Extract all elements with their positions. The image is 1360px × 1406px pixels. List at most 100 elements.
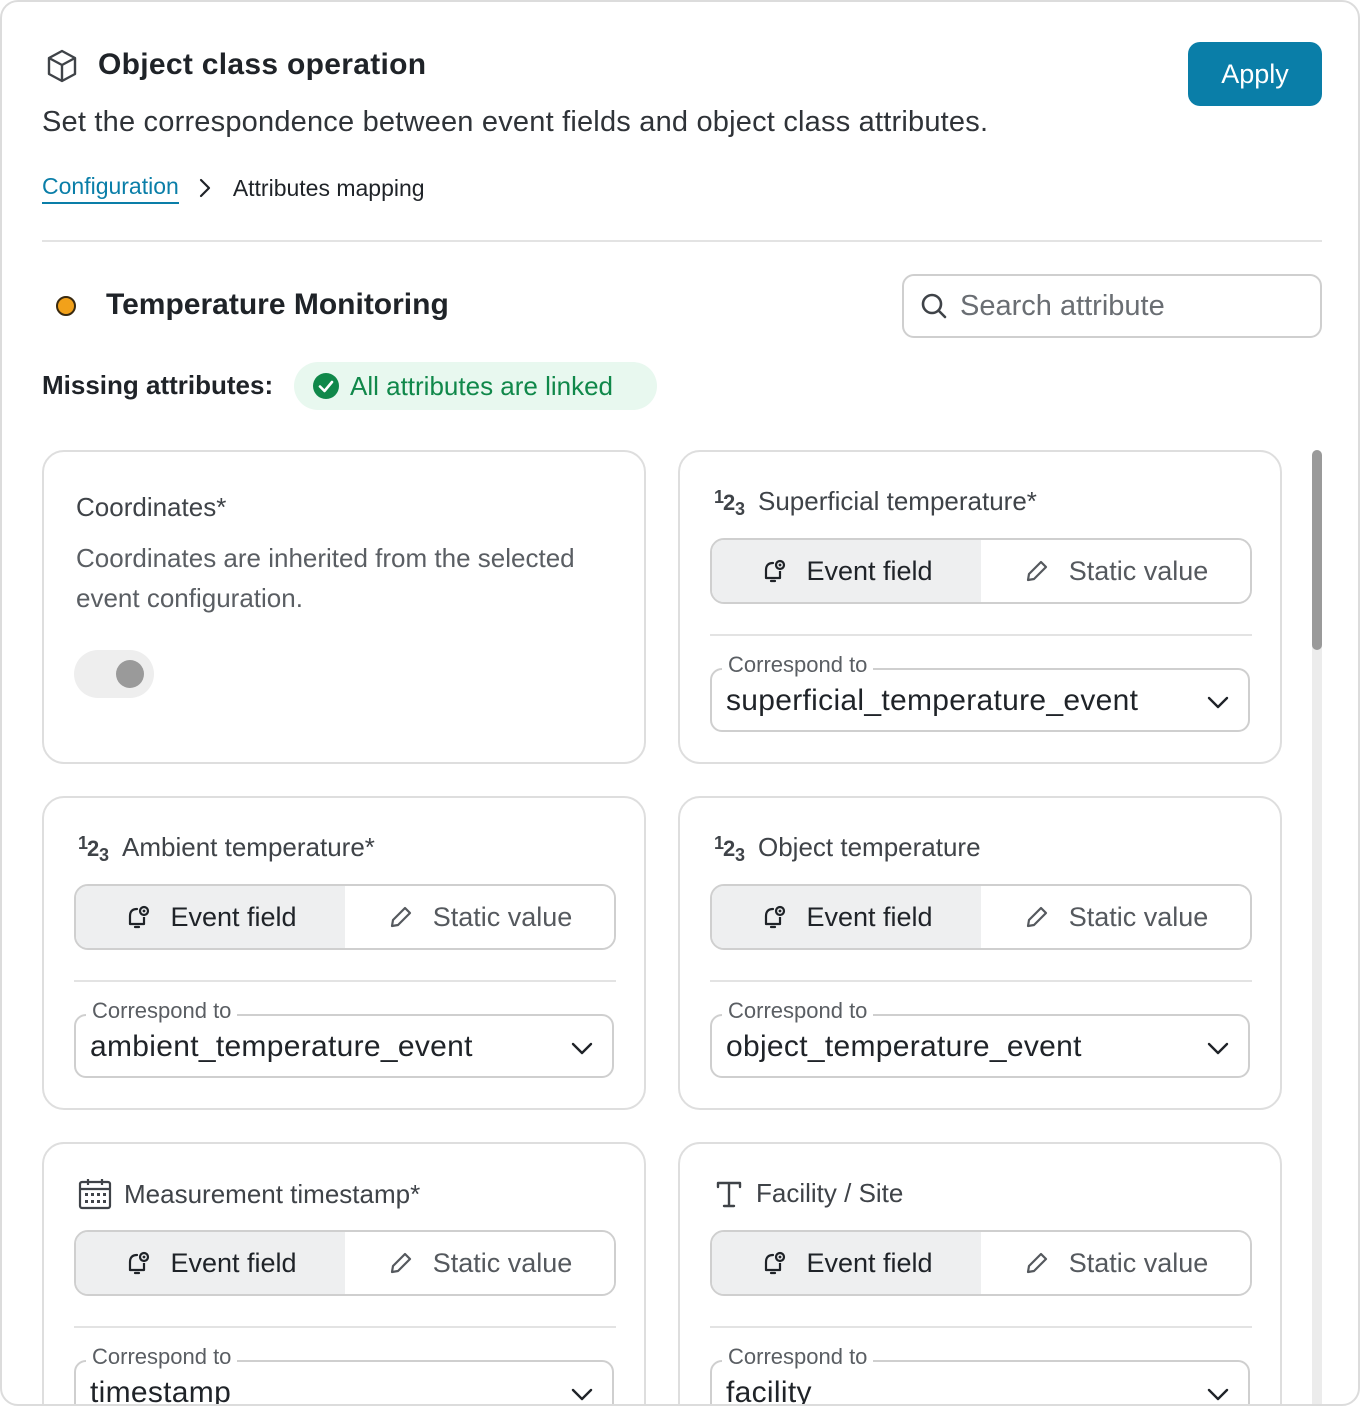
card-title: 123 Object temperature — [714, 832, 981, 864]
chevron-down-icon — [1207, 696, 1229, 709]
card-divider — [710, 1326, 1252, 1328]
card-divider — [710, 980, 1252, 982]
bell-gear-icon — [129, 1251, 150, 1275]
static-value-label: Static value — [432, 901, 573, 932]
correspond-to-label: Correspond to — [86, 1344, 238, 1370]
static-value-button[interactable]: Static value — [981, 540, 1250, 602]
number-type-icon: 123 — [78, 832, 110, 865]
missing-attributes-label: Missing attributes: — [42, 370, 274, 400]
card-title-label: Measurement timestamp* — [124, 1178, 421, 1209]
attribute-card-ambient-temperature: 123 Ambient temperature* Event field Sta… — [42, 796, 646, 1110]
event-field-button[interactable]: Event field — [76, 886, 345, 948]
attribute-card-facility-site: Facility / Site Event field Static value… — [678, 1142, 1282, 1406]
bell-gear-icon — [129, 905, 150, 929]
correspond-to-label: Correspond to — [722, 652, 874, 678]
card-title: 123 Ambient temperature* — [78, 832, 375, 865]
breadcrumb: Configuration Attributes mapping — [42, 172, 425, 204]
object-class-operation-panel: Object class operation Apply Set the cor… — [0, 0, 1360, 1406]
source-segmented-control: Event field Static value — [710, 538, 1252, 604]
event-field-label: Event field — [806, 901, 933, 932]
event-field-label: Event field — [806, 1247, 933, 1278]
correspond-to-select[interactable]: Correspond to superficial_temperature_ev… — [710, 652, 1250, 732]
page-subtitle: Set the correspondence between event fie… — [42, 106, 989, 138]
correspond-to-label: Correspond to — [722, 998, 874, 1024]
correspond-to-select[interactable]: Correspond to ambient_temperature_event — [74, 998, 614, 1078]
event-field-label: Event field — [170, 901, 297, 932]
number-type-icon: 123 — [714, 486, 746, 519]
correspond-to-select[interactable]: Correspond to facility — [710, 1344, 1250, 1406]
card-title-label: Ambient temperature* — [122, 832, 375, 862]
linked-status-text: All attributes are linked — [350, 370, 614, 401]
source-segmented-control: Event field Static value — [710, 1230, 1252, 1296]
correspond-to-label: Correspond to — [86, 998, 238, 1024]
breadcrumb-configuration-link[interactable]: Configuration — [42, 173, 179, 204]
correspond-to-select[interactable]: Correspond to timestamp — [74, 1344, 614, 1406]
attribute-card-coordinates: Coordinates* Coordinates are inherited f… — [42, 450, 646, 764]
correspond-to-value: ambient_temperature_event — [90, 1030, 473, 1063]
card-title-label: Facility / Site — [756, 1178, 904, 1208]
search-attribute-box[interactable] — [902, 274, 1322, 338]
attribute-card-object-temperature: 123 Object temperature Event field Stati… — [678, 796, 1282, 1110]
chevron-right-icon — [199, 178, 210, 198]
coordinates-toggle[interactable] — [74, 650, 154, 698]
event-field-button[interactable]: Event field — [712, 540, 981, 602]
apply-button[interactable]: Apply — [1188, 42, 1322, 106]
pencil-icon — [1026, 1252, 1047, 1274]
card-title-label: Superficial temperature* — [758, 486, 1037, 516]
search-icon — [921, 293, 947, 319]
page-title: Object class operation — [98, 48, 427, 81]
bell-gear-icon — [765, 1251, 786, 1275]
cards-scrollbar[interactable] — [1312, 450, 1322, 1404]
card-description: Coordinates are inherited from the selec… — [76, 543, 575, 613]
card-title-label: Object temperature — [758, 832, 981, 862]
pencil-icon — [390, 1252, 411, 1274]
scrollbar-thumb[interactable] — [1312, 450, 1322, 650]
search-attribute-input[interactable] — [960, 289, 1320, 323]
pencil-icon — [390, 906, 411, 928]
text-type-icon — [714, 1179, 744, 1209]
event-field-button[interactable]: Event field — [712, 886, 981, 948]
card-divider — [74, 1326, 616, 1328]
card-divider — [74, 980, 616, 982]
cube-icon — [47, 49, 77, 83]
header-divider — [42, 240, 1322, 242]
card-title: 123 Superficial temperature* — [714, 486, 1037, 519]
source-segmented-control: Event field Static value — [74, 1230, 616, 1296]
static-value-button[interactable]: Static value — [345, 1232, 614, 1294]
static-value-label: Static value — [1068, 555, 1209, 586]
event-field-button[interactable]: Event field — [76, 1232, 345, 1294]
pencil-icon — [1026, 906, 1047, 928]
static-value-label: Static value — [1068, 1247, 1209, 1278]
source-segmented-control: Event field Static value — [74, 884, 616, 950]
card-title: Coordinates* — [76, 492, 227, 522]
attribute-card-superficial-temperature: 123 Superficial temperature* Event field… — [678, 450, 1282, 764]
pencil-icon — [1026, 560, 1047, 582]
static-value-button[interactable]: Static value — [981, 1232, 1250, 1294]
chevron-down-icon — [1207, 1042, 1229, 1055]
breadcrumb-current: Attributes mapping — [232, 174, 425, 201]
source-segmented-control: Event field Static value — [710, 884, 1252, 950]
chevron-down-icon — [1207, 1388, 1229, 1401]
static-value-button[interactable]: Static value — [345, 886, 614, 948]
correspond-to-value: object_temperature_event — [726, 1030, 1082, 1063]
correspond-to-select[interactable]: Correspond to object_temperature_event — [710, 998, 1250, 1078]
correspond-to-value: facility — [726, 1376, 812, 1406]
correspond-to-value: timestamp — [90, 1376, 232, 1406]
calendar-icon — [78, 1178, 112, 1210]
section-title: Temperature Monitoring — [106, 288, 449, 321]
bell-gear-icon — [765, 559, 786, 583]
correspond-to-label: Correspond to — [722, 1344, 874, 1370]
static-value-button[interactable]: Static value — [981, 886, 1250, 948]
status-badge: All attributes are linked — [294, 362, 657, 410]
card-divider — [710, 634, 1252, 636]
card-title: Facility / Site — [714, 1178, 903, 1209]
chevron-down-icon — [571, 1388, 593, 1401]
chevron-down-icon — [571, 1042, 593, 1055]
event-field-button[interactable]: Event field — [712, 1232, 981, 1294]
static-value-label: Static value — [1068, 901, 1209, 932]
static-value-label: Static value — [432, 1247, 573, 1278]
status-dot-icon — [56, 296, 76, 316]
event-field-label: Event field — [806, 555, 933, 586]
toggle-knob — [116, 660, 144, 688]
attribute-card-measurement-timestamp: Measurement timestamp* Event field Stati… — [42, 1142, 646, 1406]
